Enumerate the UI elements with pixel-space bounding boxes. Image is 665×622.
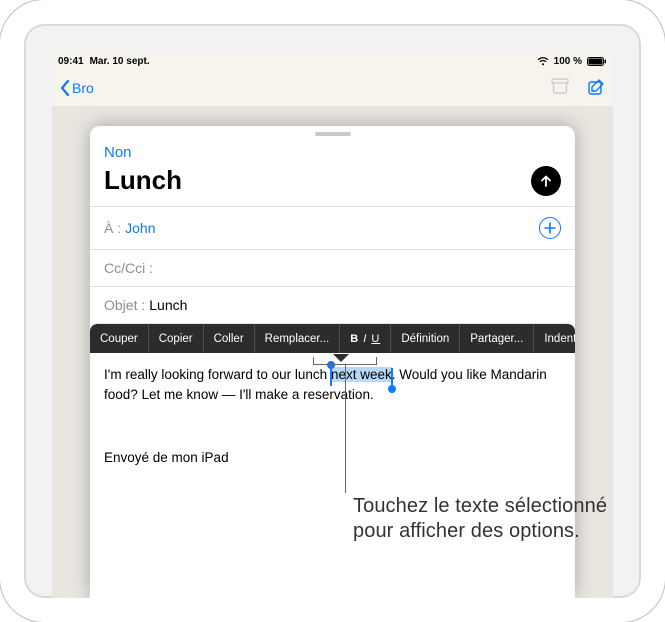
chevron-left-icon <box>60 80 70 96</box>
email-body[interactable]: I'm really looking forward to our lunch … <box>90 353 575 480</box>
selection-handle-start[interactable] <box>330 368 332 386</box>
to-value: John <box>125 220 155 236</box>
callout-text: Touchez le texte sélectionné pour affich… <box>353 494 613 544</box>
text-selection-toolbar: Couper Copier Coller Remplacer... B I U … <box>90 323 575 353</box>
arrow-up-icon <box>539 174 553 188</box>
to-field[interactable]: À : John <box>90 206 575 249</box>
status-bar: 09:41 Mar. 10 sept. 100 % <box>52 52 613 70</box>
cut-action[interactable]: Couper <box>90 324 149 353</box>
define-action[interactable]: Définition <box>391 324 460 353</box>
wifi-icon <box>537 57 549 66</box>
subject-label: Objet : <box>104 297 145 313</box>
compose-title: Lunch <box>104 165 531 196</box>
to-label: À : <box>104 220 121 236</box>
plus-icon <box>544 222 556 234</box>
copy-action[interactable]: Copier <box>149 324 204 353</box>
share-action[interactable]: Partager... <box>460 324 534 353</box>
email-signature: Envoyé de mon iPad <box>104 448 561 468</box>
battery-icon <box>587 57 607 66</box>
selection-handle-end[interactable] <box>391 368 393 386</box>
status-time: 09:41 <box>58 56 84 67</box>
add-recipient-button[interactable] <box>539 217 561 239</box>
cancel-button[interactable]: Non <box>104 144 132 161</box>
selected-text[interactable]: next week <box>331 367 392 382</box>
cc-bcc-field[interactable]: Cc/Cci : <box>90 249 575 286</box>
biu-action[interactable]: B I U <box>340 324 391 353</box>
callout-bracket <box>313 357 377 365</box>
paste-action[interactable]: Coller <box>204 324 255 353</box>
compose-icon[interactable] <box>587 78 605 99</box>
subject-field[interactable]: Objet : Lunch <box>90 286 575 323</box>
indent-action[interactable]: Indentation <box>534 324 575 353</box>
subject-value: Lunch <box>149 297 187 313</box>
body-text-before: I'm really looking forward to our lunch <box>104 367 331 382</box>
cc-label: Cc/Cci : <box>104 260 153 276</box>
back-label: Bro <box>72 80 94 96</box>
battery-percent: 100 % <box>554 56 582 67</box>
callout-line <box>345 365 346 493</box>
background-toolbar: Bro <box>52 70 613 106</box>
replace-action[interactable]: Remplacer... <box>255 324 341 353</box>
status-date: Mar. 10 sept. <box>90 56 150 67</box>
back-button[interactable]: Bro <box>60 80 94 96</box>
send-button[interactable] <box>531 166 561 196</box>
archive-icon[interactable] <box>551 78 569 99</box>
